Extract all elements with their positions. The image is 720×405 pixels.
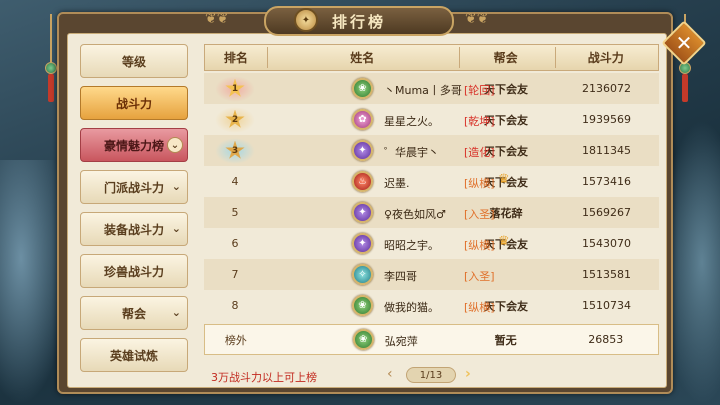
dragon-ornament-left-icon: ❦❦	[205, 11, 229, 27]
menu-item-guild[interactable]: 帮会 ⌄	[80, 296, 188, 330]
menu-item-combat-power[interactable]: 战斗力	[80, 86, 188, 120]
page-indicator: 1/13	[406, 367, 456, 383]
player-name: 做我的猫。	[384, 301, 439, 314]
table-header: 排名 姓名 帮会 战斗力	[204, 44, 659, 71]
header-guild: 帮会	[493, 51, 518, 65]
title-plate: 排行榜	[264, 6, 454, 36]
rank-medal-silver-icon: 2	[215, 106, 255, 133]
chevron-down-icon: ⌄	[171, 306, 181, 319]
close-icon[interactable]: ✕	[668, 27, 700, 59]
jade-knot-left	[45, 62, 57, 74]
faction-tag: [造化]	[464, 146, 495, 159]
rank-number: 6	[231, 237, 239, 250]
avatar[interactable]: ✦	[352, 140, 373, 161]
avatar[interactable]: ✦	[352, 233, 373, 254]
combat-power: 1939569	[582, 113, 631, 126]
crown-icon: ♛	[498, 234, 510, 249]
combat-power: 1573416	[582, 175, 631, 188]
faction-tag: [纵横]	[464, 301, 495, 314]
avatar[interactable]: ✿	[352, 109, 373, 130]
combat-power: 2136072	[582, 82, 631, 95]
player-name: 李四哥	[384, 270, 417, 283]
rank-medal-bronze-icon: 3	[215, 137, 255, 164]
avatar[interactable]: ❀	[352, 295, 373, 316]
title-emblem-icon: ✦	[294, 8, 318, 32]
header-rank: 排名	[223, 51, 248, 65]
table-row[interactable]: 3 ✦ ゜华晨宇丶 [造化] 天下会友 1811345	[204, 135, 659, 166]
tassel-right	[682, 74, 688, 102]
tassel-left	[48, 74, 54, 102]
avatar[interactable]: ❀	[352, 78, 373, 99]
menu-item-sect-power[interactable]: 门派战斗力 ⌄	[80, 170, 188, 204]
chevron-right-icon[interactable]: ›	[465, 366, 471, 382]
combat-power: 1811345	[582, 144, 631, 157]
table-row[interactable]: 2 ✿ 星星之火。 [乾坤] 天下会友 1939569	[204, 104, 659, 135]
menu-item-label: 帮会	[121, 306, 146, 321]
table-row[interactable]: 1 ❀ 丶Muma丨多哥 [轮回] 天下会友 2136072	[204, 73, 659, 104]
menu-item-level[interactable]: 等级	[80, 44, 188, 78]
page-title: 排行榜	[331, 12, 386, 31]
faction-tag: [纵横]	[464, 239, 495, 252]
menu-item-label: 豪情魅力榜	[103, 138, 164, 153]
menu-item-label: 门派战斗力	[103, 180, 164, 195]
dragon-ornament-right-icon: ❦❦	[465, 11, 489, 27]
faction-tag: [轮回]	[464, 84, 495, 97]
faction-tag: [入圣]	[464, 270, 495, 283]
chevron-down-icon: ⌄	[171, 222, 181, 235]
qualification-note: 3万战斗力以上可上榜	[211, 371, 317, 384]
rank-number: 4	[231, 175, 239, 188]
menu-item-charm-ranking[interactable]: 豪情魅力榜 ⌄	[80, 128, 188, 162]
menu-item-label: 珍兽战斗力	[103, 264, 164, 279]
table-row[interactable]: 4 ♨ 迟墨. [纵横] ♛ 天下会友 1573416	[204, 166, 659, 197]
player-name: 星星之火。	[384, 115, 439, 128]
combat-power: 1543070	[582, 237, 631, 250]
rank-medal-gold-icon: 1	[215, 75, 255, 102]
rank-number: 2	[225, 109, 245, 128]
table-row[interactable]: 5 ✦ ♀夜色如风♂ [入圣] 落花辞 1569267	[204, 197, 659, 228]
combat-power: 1510734	[582, 299, 631, 312]
self-rank-row[interactable]: 榜外 ❀ 弘宛萍 暂无 26853	[204, 324, 659, 355]
header-power: 战斗力	[587, 51, 624, 65]
rank-number: 7	[231, 268, 239, 281]
faction-tag: [入圣]	[464, 208, 495, 221]
avatar[interactable]: ✧	[352, 264, 373, 285]
menu-item-label: 战斗力	[115, 96, 152, 111]
menu-item-hero-trial[interactable]: 英雄试炼	[80, 338, 188, 372]
player-name: 弘宛萍	[384, 335, 418, 348]
player-name: ゜华晨宇丶	[384, 146, 439, 159]
faction-tag: [乾坤]	[464, 115, 495, 128]
menu-item-label: 等级	[121, 54, 146, 69]
avatar[interactable]: ✦	[352, 202, 373, 223]
crown-icon: ♛	[498, 172, 510, 187]
header-name: 姓名	[350, 51, 375, 65]
rank-number: 5	[231, 206, 239, 219]
avatar[interactable]: ♨	[352, 171, 373, 192]
player-name: 昭昭之宇。	[384, 239, 439, 252]
table-row[interactable]: 7 ✧ 李四哥 [入圣] 1513581	[204, 259, 659, 290]
menu-item-label: 装备战斗力	[103, 222, 164, 237]
combat-power: 1513581	[582, 268, 631, 281]
chevron-down-icon[interactable]: ⌄	[167, 137, 183, 153]
combat-power: 1569267	[582, 206, 631, 219]
player-name: 丶Muma丨多哥	[384, 84, 462, 97]
menu-item-equipment-power[interactable]: 装备战斗力 ⌄	[80, 212, 188, 246]
player-name: ♀夜色如风♂	[384, 208, 446, 221]
guild-name: 暂无	[494, 333, 517, 347]
table-row[interactable]: 6 ✦ 昭昭之宇。 [纵横] ♛ 天下会友 1543070	[204, 228, 659, 259]
self-rank: 榜外	[224, 333, 247, 347]
combat-power: 26853	[588, 333, 624, 346]
faction-tag: [纵横]	[464, 177, 495, 190]
menu-item-label: 英雄试炼	[109, 348, 158, 363]
menu-item-pet-power[interactable]: 珍兽战斗力	[80, 254, 188, 288]
rank-number: 3	[225, 140, 245, 159]
chevron-down-icon: ⌄	[171, 180, 181, 193]
rank-number: 8	[231, 299, 239, 312]
table-row[interactable]: 8 ❀ 做我的猫。 [纵横] 天下会友 1510734	[204, 290, 659, 321]
rank-number: 1	[225, 78, 245, 97]
chevron-left-icon[interactable]: ‹	[387, 366, 393, 382]
player-name: 迟墨.	[384, 177, 410, 190]
avatar[interactable]: ❀	[352, 329, 374, 350]
tassel-cord-left	[50, 14, 52, 64]
